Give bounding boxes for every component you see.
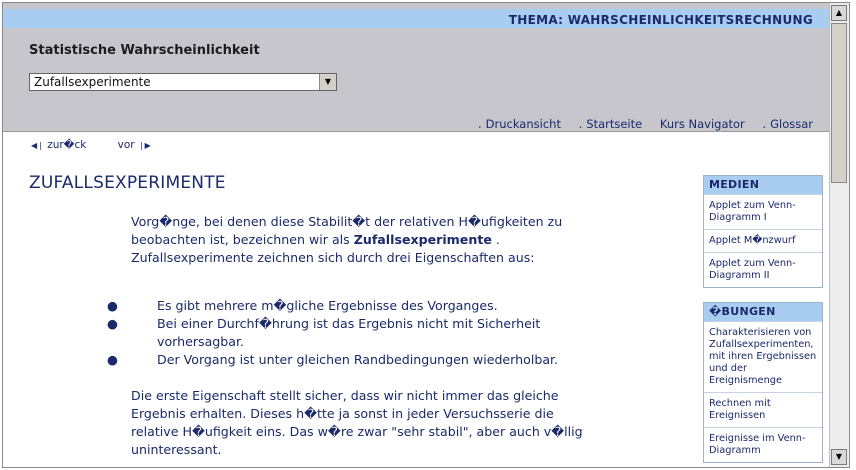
glossary-term[interactable]: Zufallsexperimente bbox=[354, 232, 492, 247]
media-link-venn-2[interactable]: Applet zum Venn-Diagramm II bbox=[704, 252, 822, 287]
exercise-link-venn[interactable]: Ereignisse im Venn-Diagramm bbox=[704, 427, 822, 462]
scroll-up-icon[interactable]: ▲ bbox=[831, 5, 847, 21]
chevron-down-icon[interactable]: ▼ bbox=[319, 74, 336, 90]
vertical-scrollbar[interactable]: ▲ ▼ bbox=[829, 3, 849, 467]
chapter-select[interactable]: Zufallsexperimente ▼ bbox=[29, 73, 337, 91]
page-title: ZUFALLSEXPERIMENTE bbox=[29, 173, 226, 193]
nav-kurs-navigator[interactable]: Kurs Navigator bbox=[660, 117, 745, 131]
site-title: Statistische Wahrscheinlichkeit bbox=[29, 43, 260, 58]
browser-viewport: THEMA: WAHRSCHEINLICHKEITSRECHNUNG Stati… bbox=[2, 2, 850, 468]
back-link[interactable]: ◀❘ zur�ck bbox=[31, 139, 86, 151]
page-content: THEMA: WAHRSCHEINLICHKEITSRECHNUNG Stati… bbox=[3, 3, 829, 467]
list-item: ● Bei einer Durchf�hrung ist das Ergebnis… bbox=[107, 316, 541, 349]
media-box-title: MEDIEN bbox=[704, 176, 822, 194]
media-link-venn-1[interactable]: Applet zum Venn-Diagramm I bbox=[704, 194, 822, 229]
page-header: THEMA: WAHRSCHEINLICHKEITSRECHNUNG Stati… bbox=[3, 3, 829, 132]
media-box: MEDIEN Applet zum Venn-Diagramm I Applet… bbox=[703, 175, 823, 288]
list-item: ● Es gibt mehrere m�gliche Ergebnisse des… bbox=[107, 298, 498, 313]
pager: ◀❘ zur�ck vor ❘▶ bbox=[31, 139, 179, 151]
property-list: ● Es gibt mehrere m�gliche Ergebnisse des… bbox=[107, 297, 601, 369]
main-text: Vorg�nge, bei denen diese Stabilit�t der… bbox=[107, 213, 601, 459]
chapter-select-value: Zufallsexperimente bbox=[34, 75, 151, 89]
nav-startseite[interactable]: . Startseite bbox=[579, 117, 643, 131]
body-paragraph: Die erste Eigenschaft stellt sicher, das… bbox=[131, 388, 583, 457]
next-link[interactable]: vor ❘▶ bbox=[118, 139, 151, 151]
media-link-muenzwurf[interactable]: Applet M�nzwurf bbox=[704, 229, 822, 252]
exercise-link-rechnen[interactable]: Rechnen mit Ereignissen bbox=[704, 392, 822, 427]
top-navigation: . Druckansicht . Startseite Kurs Navigator… bbox=[464, 117, 813, 131]
topic-label: THEMA: WAHRSCHEINLICHKEITSRECHNUNG bbox=[508, 13, 813, 27]
nav-glossar[interactable]: . Glossar bbox=[762, 117, 813, 131]
scrollbar-thumb[interactable] bbox=[831, 23, 847, 183]
exercises-box: �BUNGEN Charakterisieren von Zufallsexpe… bbox=[703, 302, 823, 463]
list-item: ● Der Vorgang ist unter gleichen Randbedi… bbox=[107, 352, 559, 367]
scroll-down-icon[interactable]: ▼ bbox=[831, 449, 847, 465]
nav-druckansicht[interactable]: . Druckansicht bbox=[478, 117, 561, 131]
exercise-link-characterize[interactable]: Charakterisieren von Zufallsexperimenten… bbox=[704, 321, 822, 392]
topic-bar: THEMA: WAHRSCHEINLICHKEITSRECHNUNG bbox=[3, 9, 829, 28]
intro-paragraph: Vorg�nge, bei denen diese Stabilit�t der… bbox=[131, 214, 563, 265]
arrow-right-icon: ▶ bbox=[144, 141, 151, 150]
exercises-box-title: �BUNGEN bbox=[704, 303, 822, 321]
